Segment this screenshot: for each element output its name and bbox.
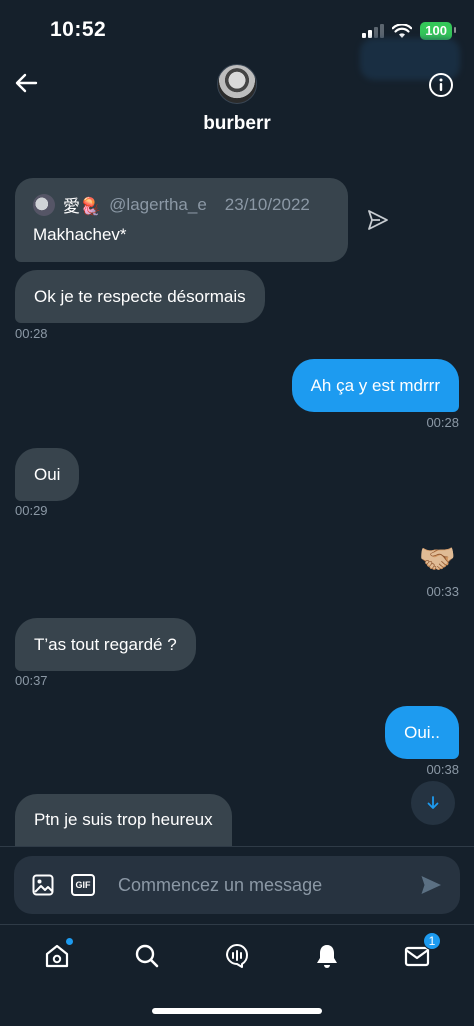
message-bubble-outgoing[interactable]: Oui.. <box>385 706 459 759</box>
nav-spaces[interactable] <box>217 936 257 976</box>
send-icon <box>368 210 388 230</box>
quote-text: Makhachev* <box>33 225 127 244</box>
message-timestamp: 00:38 <box>426 762 459 777</box>
send-icon <box>421 876 441 894</box>
arrow-left-icon <box>15 73 38 93</box>
message-bubble-incoming[interactable]: Oui <box>15 448 80 501</box>
unread-dot <box>66 938 73 945</box>
quote-author-name: 愛🪼 <box>63 197 102 216</box>
wifi-icon <box>392 23 413 38</box>
bell-icon <box>317 945 337 968</box>
message-timestamp: 00:33 <box>426 584 459 599</box>
home-indicator <box>152 1008 322 1014</box>
nav-home[interactable] <box>37 936 77 976</box>
arrow-down-icon <box>427 796 439 809</box>
divider <box>0 924 474 925</box>
nav-notifications[interactable] <box>307 936 347 976</box>
signal-icon <box>362 24 385 38</box>
quote-handle: @lagertha_e <box>109 194 207 214</box>
message-bubble-outgoing[interactable]: Ah ça y est mdrrr <box>291 359 459 412</box>
scroll-to-bottom-button[interactable] <box>411 781 455 825</box>
message-input[interactable]: Commencez un message <box>118 875 418 896</box>
message-timestamp: 00:28 <box>15 326 48 341</box>
messages-count-badge: 1 <box>423 932 441 950</box>
send-button[interactable] <box>418 872 444 898</box>
info-icon <box>429 73 453 97</box>
contact-avatar[interactable] <box>217 64 257 104</box>
gif-icon: GIF <box>71 874 95 896</box>
spaces-icon <box>226 944 248 968</box>
message-timestamp: 00:37 <box>15 673 48 688</box>
handshake-emoji-message[interactable]: 🤝🏼 <box>419 542 456 577</box>
search-icon <box>135 944 159 968</box>
bottom-navigation: 1 <box>0 932 474 978</box>
message-bubble-incoming[interactable]: T’as tout regardé ? <box>15 618 196 671</box>
quote-date: 23/10/2022 <box>224 194 310 214</box>
message-bubble-incoming[interactable]: Ptn je suis trop heureux <box>15 794 232 846</box>
contact-name[interactable]: burberr <box>0 113 474 135</box>
info-button[interactable] <box>428 72 454 98</box>
message-bubble-incoming[interactable]: Ok je te respecte désormais <box>15 270 265 323</box>
nav-search[interactable] <box>127 936 167 976</box>
message-composer: GIF Commencez un message <box>14 856 460 914</box>
message-timestamp: 00:29 <box>15 503 48 518</box>
status-time: 10:52 <box>50 18 107 41</box>
share-button[interactable] <box>366 208 390 232</box>
back-button[interactable] <box>12 68 42 98</box>
gif-label: GIF <box>75 880 91 890</box>
quote-avatar <box>33 193 55 216</box>
quoted-tweet[interactable]: 愛🪼 @lagertha_e 23/10/2022 Makhachev* <box>15 178 348 262</box>
media-button[interactable] <box>30 872 56 898</box>
gif-button[interactable]: GIF <box>70 872 96 898</box>
divider <box>0 846 474 847</box>
message-timestamp: 00:28 <box>426 415 459 430</box>
home-icon <box>45 944 69 968</box>
image-icon <box>32 874 54 896</box>
nav-messages[interactable]: 1 <box>397 932 441 976</box>
